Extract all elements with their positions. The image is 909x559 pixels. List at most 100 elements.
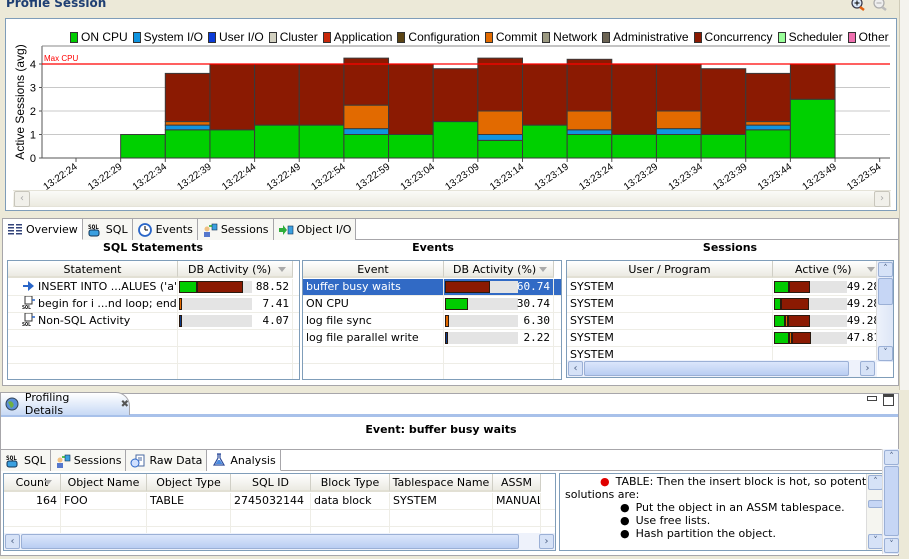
scroll-up-button[interactable]: ˄ <box>878 262 893 277</box>
column-header-db-activity[interactable]: DB Activity (%) <box>178 261 293 278</box>
column-header-assm[interactable]: ASSM <box>493 474 541 492</box>
column-header-object-name[interactable]: Object Name <box>61 474 147 492</box>
column-header-active[interactable]: Active (%) <box>773 261 878 278</box>
sessions-vertical-scrollbar[interactable]: ˄ ˅ <box>876 261 893 362</box>
table-row[interactable]: SYSTEM 49.28 <box>567 296 877 313</box>
active-sessions-chart: 01234Active Sessions (avg)13:22:24 13:22:… <box>13 44 890 193</box>
bar-stack-13:22:39 <box>209 63 256 159</box>
bar-segment-concurrency <box>477 57 524 112</box>
bar-segment-on-cpu <box>432 121 479 159</box>
scroll-thumb[interactable] <box>21 534 519 549</box>
column-header-object-type[interactable]: Object Type <box>147 474 231 492</box>
bar-segment-on-cpu <box>343 134 390 159</box>
bullet-text: Put the object in an ASSM tablespace. <box>635 501 845 514</box>
scroll-down-button[interactable]: ˅ <box>878 346 893 361</box>
column-header-db-activity[interactable]: DB Activity (%) <box>444 261 554 278</box>
scroll-right-button[interactable]: › <box>539 534 554 549</box>
bar-segment-commit <box>745 121 791 126</box>
activity-value: 2.22 <box>523 331 551 344</box>
scroll-down-button[interactable]: ˅ <box>868 534 883 549</box>
x-tick-label: 13:23:09 <box>443 161 482 193</box>
table-row[interactable]: buffer busy waits 60.74 <box>303 279 561 296</box>
table-row[interactable]: SQL Non-SQL Activity 4.07 <box>8 313 299 330</box>
tab-analysis[interactable]: Analysis <box>207 450 281 471</box>
outer-scrollbar[interactable] <box>899 0 909 390</box>
table-row[interactable]: SQL begin for i ...nd loop; end 7.41 <box>8 296 299 313</box>
profiling-details-tab[interactable]: Profiling Details ✖ <box>0 391 130 417</box>
scroll-left-button[interactable]: ‹ <box>568 361 583 376</box>
table-row[interactable]: log file parallel write 2.22 <box>303 330 561 347</box>
sessions-horizontal-scrollbar[interactable]: ‹ › <box>567 360 877 377</box>
sql-statements-title: SQL Statements <box>103 241 203 254</box>
scroll-thumb[interactable] <box>884 466 899 536</box>
table-row[interactable]: SYSTEM 49.28 <box>567 313 877 330</box>
tab-events[interactable]: Events <box>132 219 198 240</box>
column-header-sql-id[interactable]: SQL ID <box>231 474 311 492</box>
tab-sessions[interactable]: Sessions <box>50 450 127 471</box>
scroll-down-button[interactable]: ˅ <box>884 538 899 553</box>
scroll-left-button[interactable]: ‹ <box>14 191 30 207</box>
table-row[interactable]: SYSTEM 49.28 <box>567 279 877 296</box>
scroll-up-button[interactable]: ˄ <box>884 450 899 465</box>
table-row[interactable]: log file sync 6.30 <box>303 313 561 330</box>
maximize-icon[interactable] <box>883 394 894 406</box>
tab-sql[interactable]: SQL SQL <box>82 219 133 240</box>
column-header-label: Block Type <box>320 476 380 489</box>
column-header-count[interactable]: Count <box>4 474 61 492</box>
scroll-right-button[interactable]: › <box>874 191 890 207</box>
statement-cell <box>8 364 178 379</box>
column-header-label: DB Activity (%) <box>453 263 537 276</box>
x-tick-label: 13:23:39 <box>711 161 750 193</box>
scroll-right-button[interactable]: › <box>860 361 875 376</box>
active-value: 49.28 <box>846 314 877 327</box>
scroll-thumb[interactable] <box>584 361 849 376</box>
table-row[interactable]: 164 FOO TABLE 2745032144 data block SYSTEM MAN… <box>4 493 555 510</box>
scroll-thumb[interactable] <box>868 500 883 508</box>
bar-segment-commit <box>655 110 702 130</box>
column-header-block-type[interactable]: Block Type <box>311 474 390 492</box>
bar-segment-on-cpu <box>477 139 524 159</box>
column-header-label: ASSM <box>501 476 532 489</box>
scroll-left-button[interactable]: ‹ <box>5 534 20 549</box>
column-header-tablespace-name[interactable]: Tablespace Name <box>390 474 493 492</box>
tab-raw-data[interactable]: Raw Data <box>126 450 208 471</box>
analysis-horizontal-scrollbar[interactable]: ‹ › <box>4 533 555 550</box>
bar-stack-13:22:44 <box>254 63 300 159</box>
sessions-icon <box>55 454 71 468</box>
cell-object-name: FOO <box>61 493 147 510</box>
table-row[interactable]: ON CPU 30.74 <box>303 296 561 313</box>
analysis-text-scrollbar[interactable]: ˄ ˅ <box>866 474 883 550</box>
tab-label: Sessions <box>73 454 122 467</box>
details-vertical-scrollbar[interactable]: ˄ ˅ <box>882 449 899 554</box>
tab-sessions[interactable]: Sessions <box>197 219 274 240</box>
x-tick-label: 13:22:49 <box>265 161 304 193</box>
statement-cell: SQL begin for i ...nd loop; end <box>8 296 178 313</box>
table-row[interactable]: SYSTEM 47.81 <box>567 330 877 347</box>
activity-value: 60.74 <box>516 280 550 293</box>
close-icon[interactable]: ✖ <box>121 399 129 410</box>
zoom-in-icon[interactable] <box>850 0 866 11</box>
bullet-text: Use free lists. <box>635 514 711 527</box>
minimize-icon[interactable] <box>867 396 877 401</box>
table-row[interactable]: INSERT INTO ...ALUES ('a') 88.52 <box>8 279 299 296</box>
activity-cell <box>444 347 554 364</box>
bar-segment-commit <box>343 104 390 130</box>
bar-stack-13:22:29 <box>120 134 166 159</box>
bar-stack-13:23:29 <box>655 63 702 159</box>
tab-label: SQL <box>105 223 128 236</box>
analysis-bullet: ● Hash partition the object. <box>620 527 845 540</box>
tab-sql[interactable]: SQL SQL <box>1 450 51 471</box>
scroll-up-button[interactable]: ˄ <box>868 475 883 490</box>
chart-horizontal-scrollbar[interactable]: ‹ › <box>13 190 891 207</box>
column-header-user-program[interactable]: User / Program <box>567 261 773 278</box>
x-tick-label: 13:22:59 <box>354 161 393 193</box>
tab-overview[interactable]: Overview <box>3 219 83 240</box>
x-tick-label: 13:23:29 <box>622 161 661 193</box>
column-header-statement[interactable]: Statement <box>8 261 178 278</box>
scroll-thumb[interactable] <box>878 278 893 305</box>
tab-object-i-o[interactable]: Object I/O <box>273 219 357 240</box>
column-header-event[interactable]: Event <box>303 261 444 278</box>
zoom-out-icon[interactable] <box>872 0 888 11</box>
bar-segment-system-i-o <box>477 134 524 141</box>
x-tick-label: 13:23:44 <box>756 161 795 193</box>
